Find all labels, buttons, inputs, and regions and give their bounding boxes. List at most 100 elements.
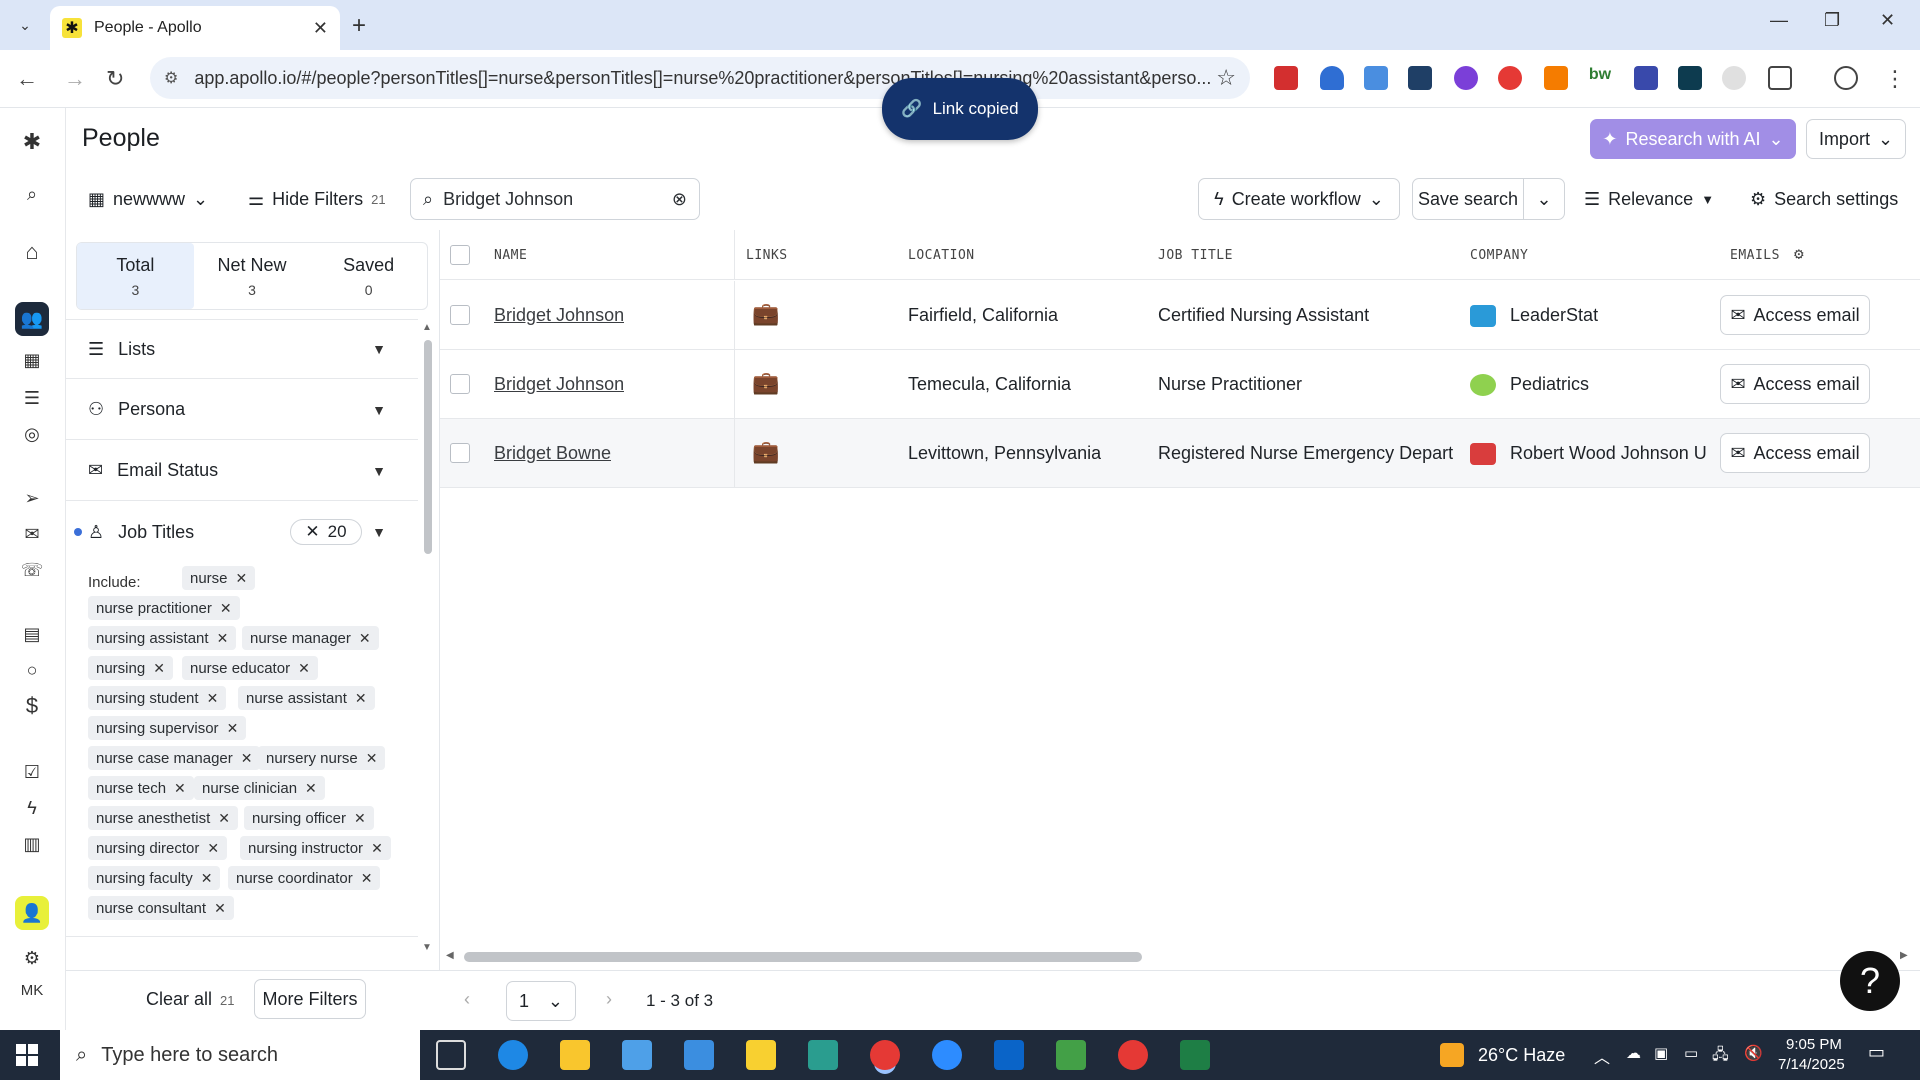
- tracking-icon[interactable]: ◎: [18, 420, 46, 448]
- save-search-button[interactable]: Save search: [1412, 178, 1524, 220]
- col-company-header[interactable]: COMPANY: [1470, 248, 1528, 263]
- bw-extension-icon[interactable]: bw: [1588, 66, 1612, 90]
- deals-icon[interactable]: $: [18, 692, 46, 720]
- tab-total[interactable]: Total 3: [77, 243, 194, 309]
- tasks-icon[interactable]: ☑: [18, 758, 46, 786]
- remove-chip-icon[interactable]: ✕: [354, 810, 366, 827]
- email-icon[interactable]: ✉: [18, 520, 46, 548]
- select-all-checkbox[interactable]: [450, 245, 470, 265]
- bookmark-star-icon[interactable]: ☆: [1216, 65, 1236, 91]
- apollo-logo-icon[interactable]: ✱: [18, 128, 46, 156]
- remove-chip-icon[interactable]: ✕: [207, 690, 219, 707]
- save-search-menu-button[interactable]: ⌄: [1523, 178, 1565, 220]
- scroll-up-icon[interactable]: ▲: [422, 322, 432, 333]
- help-button[interactable]: ?: [1840, 951, 1900, 1011]
- page-select[interactable]: 1 ⌄: [506, 981, 576, 1021]
- taskbar-search-input[interactable]: ⌕ Type here to search: [60, 1030, 420, 1080]
- video-extension-icon[interactable]: [1408, 66, 1432, 90]
- col-name-header[interactable]: NAME: [494, 248, 527, 263]
- home-icon[interactable]: ⌂: [18, 238, 46, 266]
- prev-page-icon[interactable]: ‹: [464, 989, 470, 1010]
- clear-search-icon[interactable]: ⊗: [672, 189, 687, 210]
- filter-lists[interactable]: ☰ Lists ▼: [66, 319, 418, 379]
- weather-text[interactable]: 26°C Haze: [1478, 1045, 1565, 1066]
- extensions-puzzle-icon[interactable]: [1768, 66, 1792, 90]
- chrome-profile-icon[interactable]: [1118, 1040, 1148, 1070]
- job-titles-count-badge[interactable]: ✕ 20: [290, 519, 362, 545]
- url-text[interactable]: app.apollo.io/#/people?personTitles[]=nu…: [194, 68, 1216, 89]
- edge-icon[interactable]: [498, 1040, 528, 1070]
- minimize-icon[interactable]: —: [1770, 10, 1788, 31]
- person-name-link[interactable]: Bridget Johnson: [494, 374, 624, 395]
- close-window-icon[interactable]: ✕: [1880, 10, 1895, 31]
- file-explorer-icon[interactable]: [560, 1040, 590, 1070]
- tab-saved[interactable]: Saved 0: [310, 243, 427, 309]
- filters-scrollbar[interactable]: [424, 340, 432, 554]
- mail-icon[interactable]: [684, 1040, 714, 1070]
- search-icon[interactable]: ⌕: [18, 180, 46, 208]
- conversations-icon[interactable]: ○: [18, 656, 46, 684]
- company-name[interactable]: LeaderStat: [1510, 305, 1710, 326]
- col-emails-header[interactable]: EMAILS: [1730, 248, 1780, 263]
- clear-job-titles-icon[interactable]: ✕: [305, 522, 319, 542]
- sticky-notes-icon[interactable]: [746, 1040, 776, 1070]
- address-bar[interactable]: ⚙ app.apollo.io/#/people?personTitles[]=…: [150, 57, 1250, 99]
- compass-extension-icon[interactable]: [1722, 66, 1746, 90]
- store-icon[interactable]: [622, 1040, 652, 1070]
- pokeball-extension-icon[interactable]: [1498, 66, 1522, 90]
- site-info-icon[interactable]: ⚙: [164, 68, 178, 88]
- tab-net-new[interactable]: Net New 3: [194, 243, 311, 309]
- search-value[interactable]: Bridget Johnson: [443, 189, 662, 210]
- outlook-icon[interactable]: [994, 1040, 1024, 1070]
- pdf-extension-icon[interactable]: [1274, 66, 1298, 90]
- remove-chip-icon[interactable]: ✕: [214, 900, 226, 917]
- docs-extension-icon[interactable]: [1364, 66, 1388, 90]
- shield-extension-icon[interactable]: [1320, 66, 1344, 90]
- sort-dropdown[interactable]: ☰ Relevance ▼: [1584, 178, 1714, 220]
- analytics-icon[interactable]: ▥: [18, 830, 46, 858]
- scroll-down-icon[interactable]: ▼: [422, 942, 432, 953]
- hide-filters-button[interactable]: ⚌ Hide Filters 21: [248, 178, 386, 220]
- profile-icon[interactable]: [1834, 66, 1858, 90]
- companies-icon[interactable]: ▦: [18, 346, 46, 374]
- zoom-icon[interactable]: [932, 1040, 962, 1070]
- row-checkbox[interactable]: [450, 305, 470, 325]
- col-links-header[interactable]: LINKS: [746, 248, 788, 263]
- back-icon[interactable]: ←: [16, 66, 38, 92]
- calendar-icon[interactable]: ▤: [18, 620, 46, 648]
- remove-chip-icon[interactable]: ✕: [207, 840, 219, 857]
- clock-date[interactable]: 7/14/2025: [1778, 1056, 1845, 1073]
- remove-chip-icon[interactable]: ✕: [218, 810, 230, 827]
- invite-user-icon[interactable]: 👤: [15, 896, 49, 930]
- access-email-button[interactable]: ✉ Access email: [1720, 433, 1870, 473]
- company-name[interactable]: Pediatrics: [1510, 374, 1710, 395]
- filter-persona[interactable]: ⚇ Persona ▼: [66, 380, 418, 440]
- create-workflow-button[interactable]: ϟ Create workflow ⌄: [1198, 178, 1400, 220]
- lists-icon[interactable]: ☰: [18, 384, 46, 412]
- search-input[interactable]: ⌕ Bridget Johnson ⊗: [410, 178, 700, 220]
- browser-menu-icon[interactable]: ⋮: [1884, 66, 1906, 92]
- company-logo[interactable]: [1470, 305, 1496, 327]
- excel-icon[interactable]: [1180, 1040, 1210, 1070]
- new-tab-icon[interactable]: +: [352, 12, 366, 40]
- access-email-button[interactable]: ✉ Access email: [1720, 295, 1870, 335]
- windows-start-icon[interactable]: [16, 1044, 38, 1066]
- task-view-icon[interactable]: [436, 1040, 466, 1070]
- import-button[interactable]: Import ⌄: [1806, 119, 1906, 159]
- clear-all-button[interactable]: Clear all 21: [146, 989, 235, 1010]
- filter-email-status[interactable]: ✉ Email Status ▼: [66, 441, 418, 501]
- remove-chip-icon[interactable]: ✕: [361, 870, 373, 887]
- access-email-button[interactable]: ✉ Access email: [1720, 364, 1870, 404]
- notifications-icon[interactable]: ▭: [1868, 1042, 1885, 1063]
- col-job-title-header[interactable]: JOB TITLE: [1158, 248, 1233, 263]
- research-with-ai-button[interactable]: ✦ Research with AI ⌄: [1590, 119, 1796, 159]
- linkedin-briefcase-icon[interactable]: 💼: [752, 370, 779, 396]
- col-location-header[interactable]: LOCATION: [908, 248, 975, 263]
- remove-chip-icon[interactable]: ✕: [217, 630, 229, 647]
- tray-chevron-icon[interactable]: ︿: [1594, 1044, 1610, 1068]
- person-name-link[interactable]: Bridget Bowne: [494, 443, 611, 464]
- remove-chip-icon[interactable]: ✕: [359, 630, 371, 647]
- apollo-extension-icon[interactable]: [1634, 66, 1658, 90]
- company-logo[interactable]: [1470, 374, 1496, 396]
- tab-close-icon[interactable]: ✕: [313, 18, 328, 39]
